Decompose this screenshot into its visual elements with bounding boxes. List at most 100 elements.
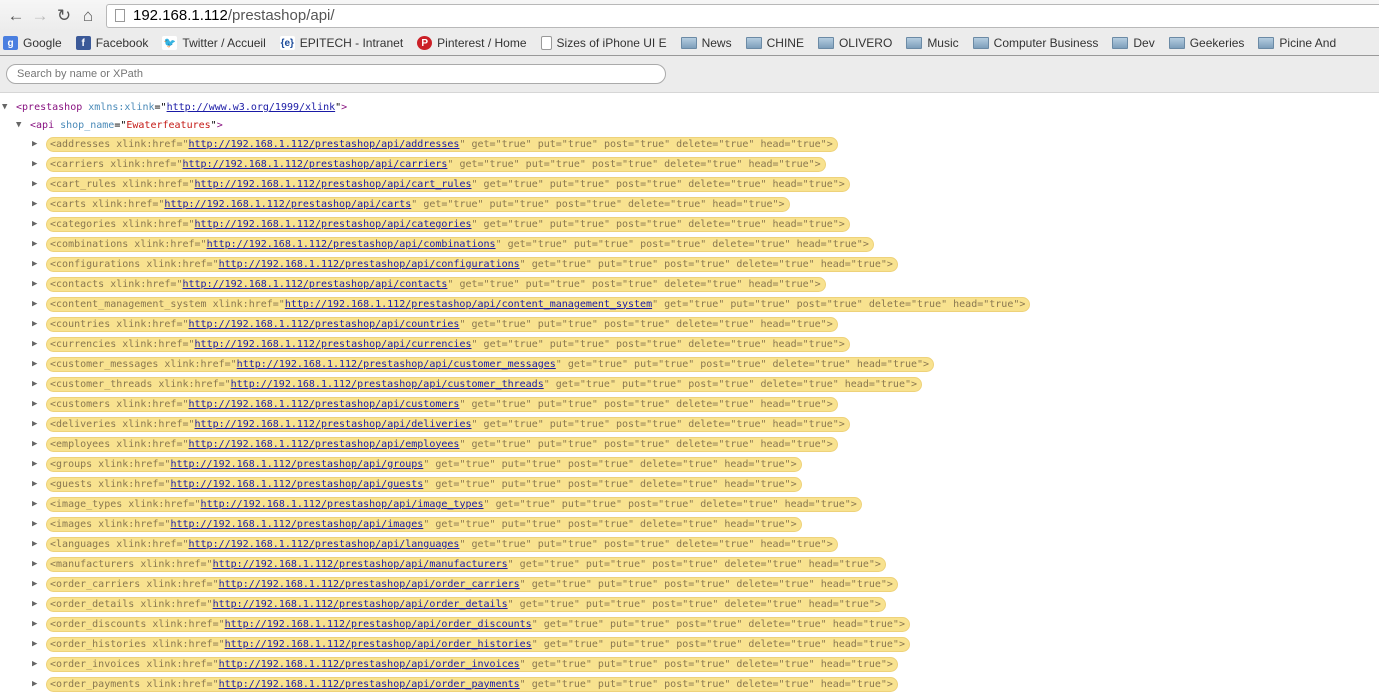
resource-row: ▶ <image_types xlink:href="http://192.168… — [0, 494, 1379, 514]
resource-row: ▶ <addresses xlink:href="http://192.168.1… — [0, 134, 1379, 154]
resource-link[interactable]: http://192.168.1.112/prestashop/api/lang… — [189, 539, 460, 550]
resource-row: ▶ <order_carriers xlink:href="http://192.… — [0, 574, 1379, 594]
expand-triangle-icon[interactable]: ▶ — [32, 639, 46, 649]
resource-link[interactable]: http://192.168.1.112/prestashop/api/orde… — [219, 579, 520, 590]
resource-link[interactable]: http://192.168.1.112/prestashop/api/orde… — [213, 599, 508, 610]
bookmark-5[interactable]: Sizes of iPhone UI E — [540, 36, 667, 50]
expand-triangle-icon[interactable]: ▶ — [32, 159, 46, 169]
forward-button[interactable]: → — [28, 4, 52, 28]
expand-triangle-icon[interactable]: ▶ — [32, 379, 46, 389]
resource-link[interactable]: http://192.168.1.112/prestashop/api/coun… — [189, 319, 460, 330]
xlink-namespace-link[interactable]: http://www.w3.org/1999/xlink — [167, 102, 336, 113]
expand-triangle-icon[interactable]: ▶ — [32, 599, 46, 609]
resource-link[interactable]: http://192.168.1.112/prestashop/api/imag… — [201, 499, 484, 510]
resource-row: ▶ <currencies xlink:href="http://192.168.… — [0, 334, 1379, 354]
expand-triangle-icon[interactable]: ▶ — [32, 619, 46, 629]
resource-link[interactable]: http://192.168.1.112/prestashop/api/addr… — [189, 139, 460, 150]
bookmark-folder[interactable]: Music — [906, 36, 959, 50]
resource-link[interactable]: http://192.168.1.112/prestashop/api/deli… — [195, 419, 472, 430]
bookmark-3[interactable]: {e} EPITECH - Intranet — [279, 36, 403, 50]
resource-link[interactable]: http://192.168.1.112/prestashop/api/orde… — [219, 679, 520, 690]
expand-triangle-icon[interactable]: ▶ — [32, 339, 46, 349]
resource-link[interactable]: http://192.168.1.112/prestashop/api/cust… — [237, 359, 556, 370]
expand-triangle-icon[interactable]: ▶ — [32, 179, 46, 189]
resource-name: image_types — [56, 498, 123, 510]
bookmark-folder[interactable]: Dev — [1112, 36, 1155, 50]
bookmark-folder[interactable]: News — [680, 36, 732, 50]
resource-link[interactable]: http://192.168.1.112/prestashop/api/cart… — [164, 199, 411, 210]
expand-triangle-icon[interactable]: ▶ — [32, 299, 46, 309]
resource-element: <order_payments xlink:href="http://192.1… — [46, 676, 898, 692]
resource-link[interactable]: http://192.168.1.112/prestashop/api/orde… — [219, 659, 520, 670]
resource-name: order_carriers — [56, 578, 141, 590]
resource-link[interactable]: http://192.168.1.112/prestashop/api/orde… — [225, 619, 532, 630]
resource-link[interactable]: http://192.168.1.112/prestashop/api/cust… — [189, 399, 460, 410]
resource-link[interactable]: http://192.168.1.112/prestashop/api/grou… — [170, 459, 423, 470]
resource-link[interactable]: http://192.168.1.112/prestashop/api/cart… — [195, 179, 472, 190]
bookmark-folder[interactable]: CHINE — [745, 36, 804, 50]
resource-name: countries — [56, 318, 111, 330]
expand-triangle-icon[interactable]: ▶ — [32, 399, 46, 409]
expand-triangle-icon[interactable]: ▶ — [32, 679, 46, 689]
expand-triangle-icon[interactable]: ▶ — [32, 419, 46, 429]
expand-triangle-icon[interactable]: ▶ — [32, 559, 46, 569]
bookmark-folder[interactable]: OLIVERO — [817, 36, 892, 50]
expand-triangle-icon[interactable]: ▶ — [32, 239, 46, 249]
resource-link[interactable]: http://192.168.1.112/prestashop/api/cont… — [285, 299, 652, 310]
expand-triangle-icon[interactable]: ▶ — [32, 219, 46, 229]
permissions: get="true" put="true" post="true" delete… — [537, 618, 905, 630]
permissions: get="true" put="true" post="true" delete… — [477, 178, 845, 190]
expand-triangle-icon[interactable]: ▶ — [32, 579, 46, 589]
reload-button[interactable]: ↻ — [52, 4, 76, 28]
bookmark-0[interactable]: g Google — [3, 36, 62, 50]
expand-triangle-icon[interactable]: ▶ — [32, 539, 46, 549]
resource-element: <order_carriers xlink:href="http://192.1… — [46, 576, 898, 592]
expand-triangle-icon[interactable]: ▶ — [32, 499, 46, 509]
resource-link[interactable]: http://192.168.1.112/prestashop/api/conf… — [219, 259, 520, 270]
resource-row: ▶ <categories xlink:href="http://192.168.… — [0, 214, 1379, 234]
expand-triangle-icon[interactable]: ▶ — [32, 279, 46, 289]
address-bar[interactable]: 192.168.1.112/prestashop/api/ — [106, 3, 1379, 28]
bookmark-1[interactable]: f Facebook — [75, 36, 148, 50]
bookmark-folder[interactable]: Computer Business — [972, 36, 1098, 50]
page-icon — [540, 36, 552, 50]
resource-link[interactable]: http://192.168.1.112/prestashop/api/empl… — [189, 439, 460, 450]
resource-element: <configurations xlink:href="http://192.1… — [46, 256, 898, 272]
resource-element: <languages xlink:href="http://192.168.1.… — [46, 536, 838, 552]
resource-row: ▶ <configurations xlink:href="http://192.… — [0, 254, 1379, 274]
expand-triangle-icon[interactable]: ▶ — [32, 439, 46, 449]
resource-element: <deliveries xlink:href="http://192.168.1… — [46, 416, 850, 432]
resource-element: <order_histories xlink:href="http://192.… — [46, 636, 910, 652]
expand-triangle-icon[interactable]: ▶ — [32, 459, 46, 469]
collapse-triangle-icon[interactable]: ▼ — [2, 102, 16, 112]
expand-triangle-icon[interactable]: ▶ — [32, 519, 46, 529]
expand-triangle-icon[interactable]: ▶ — [32, 479, 46, 489]
expand-triangle-icon[interactable]: ▶ — [32, 139, 46, 149]
resource-link[interactable]: http://192.168.1.112/prestashop/api/comb… — [207, 239, 496, 250]
resource-link[interactable]: http://192.168.1.112/prestashop/api/cont… — [182, 279, 447, 290]
bookmark-folder[interactable]: Geekeries — [1168, 36, 1244, 50]
resource-name: carts — [56, 198, 87, 210]
resource-link[interactable]: http://192.168.1.112/prestashop/api/manu… — [213, 559, 508, 570]
resource-link[interactable]: http://192.168.1.112/prestashop/api/cust… — [231, 379, 544, 390]
expand-triangle-icon[interactable]: ▶ — [32, 659, 46, 669]
search-input[interactable] — [6, 64, 666, 84]
expand-triangle-icon[interactable]: ▶ — [32, 359, 46, 369]
resource-link[interactable]: http://192.168.1.112/prestashop/api/carr… — [182, 159, 447, 170]
bookmark-4[interactable]: P Pinterest / Home — [417, 36, 527, 50]
permissions: get="true" put="true" post="true" delete… — [513, 598, 881, 610]
back-button[interactable]: ← — [4, 4, 28, 28]
expand-triangle-icon[interactable]: ▶ — [32, 319, 46, 329]
resource-link[interactable]: http://192.168.1.112/prestashop/api/gues… — [170, 479, 423, 490]
bookmark-folder[interactable]: Picine And — [1258, 36, 1336, 50]
bookmark-2[interactable]: 🐦 Twitter / Accueil — [162, 36, 266, 50]
root-tag: prestashop — [22, 101, 83, 113]
resource-link[interactable]: http://192.168.1.112/prestashop/api/curr… — [195, 339, 472, 350]
resource-link[interactable]: http://192.168.1.112/prestashop/api/orde… — [225, 639, 532, 650]
expand-triangle-icon[interactable]: ▶ — [32, 199, 46, 209]
collapse-triangle-icon[interactable]: ▼ — [16, 120, 30, 130]
expand-triangle-icon[interactable]: ▶ — [32, 259, 46, 269]
resource-link[interactable]: http://192.168.1.112/prestashop/api/cate… — [195, 219, 472, 230]
resource-link[interactable]: http://192.168.1.112/prestashop/api/imag… — [170, 519, 423, 530]
home-button[interactable]: ⌂ — [76, 4, 100, 28]
